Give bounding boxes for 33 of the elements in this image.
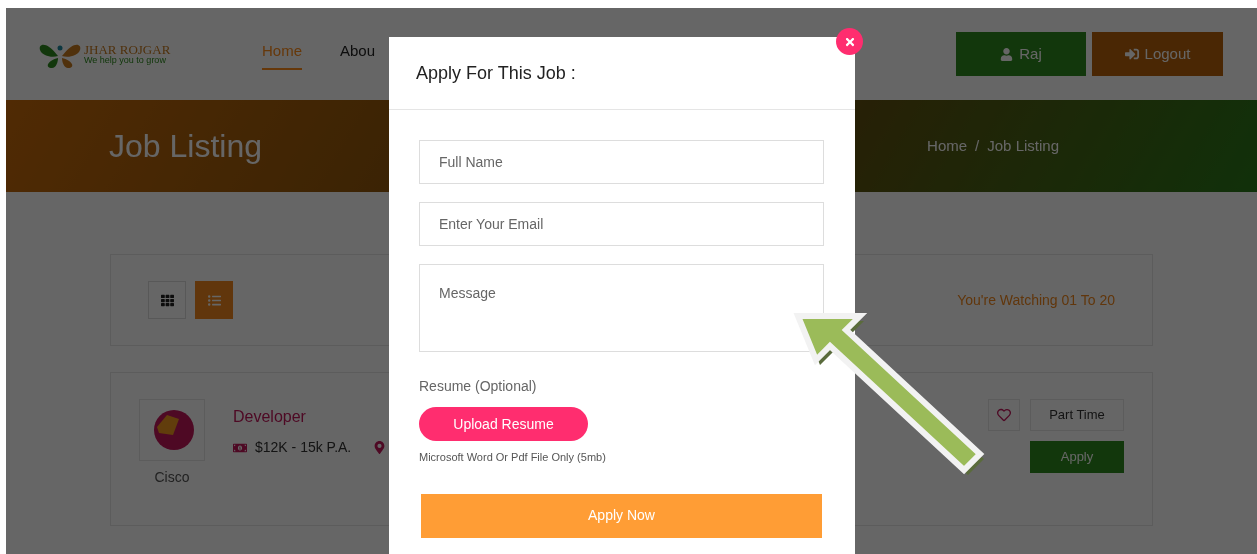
breadcrumb-current: Job Listing [987, 135, 1059, 156]
job-type-tag: Part Time [1030, 399, 1124, 431]
grid-icon [160, 293, 174, 307]
page-title: Job Listing [109, 127, 262, 166]
location-pin-icon [373, 441, 387, 454]
logout-button[interactable]: Logout [1092, 32, 1223, 76]
salary-text: $12K - 15k P.A. [255, 438, 352, 457]
upload-resume-button[interactable]: Upload Resume [419, 407, 588, 441]
apply-now-button[interactable]: Apply Now [421, 493, 822, 538]
results-count: You're Watching 01 To 20 [957, 290, 1115, 310]
resume-label: Resume (Optional) [419, 377, 538, 396]
nav-link[interactable]: Home [262, 39, 302, 71]
close-icon [843, 35, 856, 48]
nav-link[interactable]: Abou [340, 39, 376, 71]
company-name: Cisco [154, 468, 190, 487]
job-title[interactable]: Developer [233, 405, 387, 429]
file-hint: Microsoft Word Or Pdf File Only (5mb) [419, 450, 607, 465]
list-icon [207, 293, 221, 307]
logout-icon [1124, 47, 1139, 61]
dialog-title: Apply For This Job : [416, 61, 576, 85]
user-icon [1000, 47, 1014, 61]
user-button[interactable]: Raj [956, 32, 1086, 76]
message-field[interactable]: Message [419, 264, 824, 352]
input-field[interactable]: Full Name [419, 140, 824, 184]
breadcrumb-separator: / [975, 135, 980, 156]
breadcrumb-link[interactable]: Home [927, 134, 968, 158]
logo-tagline: We help you to grow [84, 56, 167, 65]
favorite-button[interactable] [988, 399, 1020, 431]
logo-text: JHAR ROJGAR [84, 43, 171, 56]
grid-view-button[interactable] [148, 281, 186, 319]
input-field[interactable]: Enter Your Email [419, 202, 824, 246]
heart-icon [997, 408, 1011, 422]
apply-button[interactable]: Apply [1030, 441, 1124, 473]
